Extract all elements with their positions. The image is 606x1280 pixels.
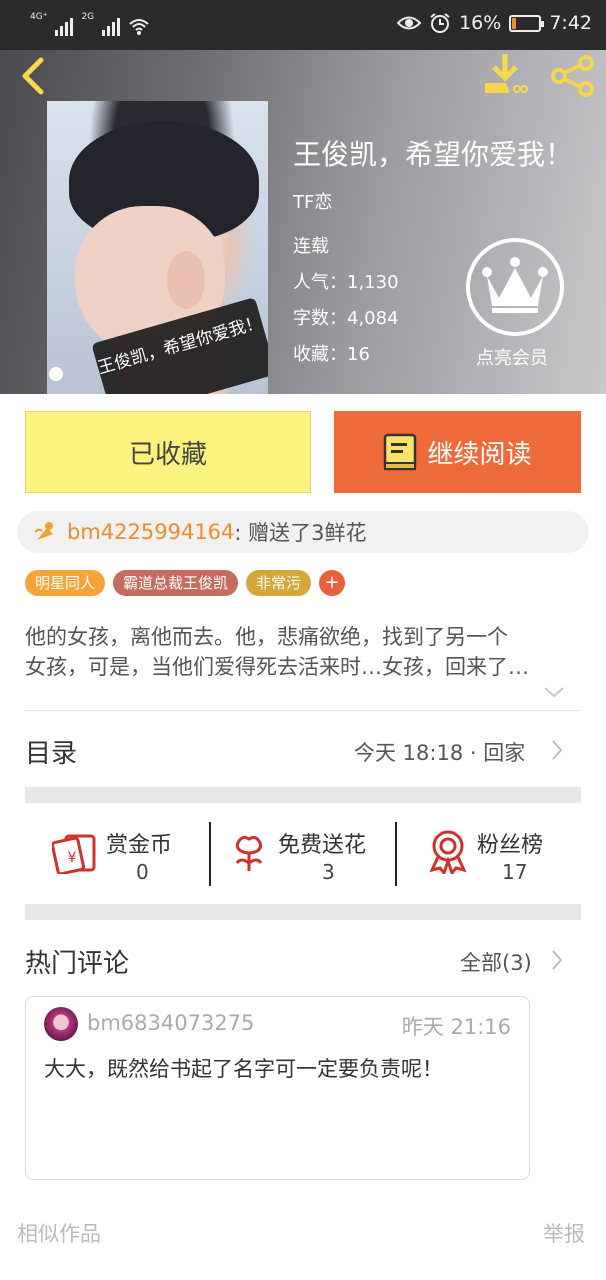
toc-title[interactable]: 目录 bbox=[25, 733, 77, 770]
divider bbox=[395, 822, 397, 886]
status-bar: 4G⁺ 2G 16% 7:42 bbox=[0, 0, 606, 50]
reward-value: 17 bbox=[502, 860, 528, 884]
reward-label: 赏金币 bbox=[106, 833, 173, 858]
chevron-right-icon[interactable] bbox=[550, 948, 564, 972]
vip-label[interactable]: 点亮会员 bbox=[476, 344, 548, 370]
book-title: 王俊凯，希望你爱我！ bbox=[293, 138, 574, 171]
reward-value: 0 bbox=[136, 860, 149, 884]
book-detail-page: 4G⁺ 2G 16% 7:42 王俊凯，希望你爱我！ 王俊凯，希望你爱我！ TF… bbox=[0, 0, 606, 1280]
stat-favorites: 收藏：16 bbox=[293, 340, 370, 366]
chevron-down-icon[interactable] bbox=[542, 684, 566, 700]
tag-item[interactable]: 非常污 bbox=[246, 570, 312, 596]
stat-value: 16 bbox=[347, 344, 370, 365]
reward-label: 免费送花 bbox=[278, 833, 367, 858]
stat-value: 4,084 bbox=[347, 308, 399, 329]
signal-1-label: 4G⁺ bbox=[30, 12, 48, 22]
cover-art-ear bbox=[167, 251, 205, 309]
all-comments-link[interactable]: 全部(3) bbox=[460, 947, 532, 977]
stat-label: 收藏： bbox=[293, 344, 347, 365]
gift-notice[interactable]: bm4225994164 : 赠送了3鲜花 bbox=[17, 511, 589, 553]
svg-text:¥: ¥ bbox=[68, 850, 77, 866]
description-line: 女孩，可是，当他们爱得死去活来时…女孩，回来了… bbox=[25, 655, 529, 679]
divider bbox=[25, 710, 581, 711]
signal-1-icon bbox=[55, 16, 74, 36]
battery-percent: 16% bbox=[459, 12, 502, 34]
wifi-icon bbox=[129, 19, 149, 35]
tag-item[interactable]: 明星同人 bbox=[25, 570, 106, 596]
book-description[interactable]: 他的女孩，离他而去。他，悲痛欲绝，找到了另一个 女孩，可是，当他们爱得死去活来时… bbox=[25, 622, 581, 682]
red-envelope-icon: ¥ bbox=[52, 834, 96, 874]
stat-word-count: 字数：4,084 bbox=[293, 304, 399, 330]
battery-icon bbox=[509, 14, 545, 32]
medal-icon bbox=[429, 830, 467, 874]
stat-popularity: 人气：1,130 bbox=[293, 268, 399, 294]
toc-latest-chapter[interactable]: 今天 18:18 · 回家 bbox=[354, 737, 525, 767]
stat-value: 1,130 bbox=[347, 272, 399, 293]
continue-reading-button[interactable]: 继续阅读 bbox=[334, 411, 581, 493]
back-arrow-icon[interactable] bbox=[14, 56, 54, 96]
cover-dot bbox=[49, 367, 63, 381]
gift-message: : 赠送了3鲜花 bbox=[234, 521, 367, 545]
reward-label: 粉丝榜 bbox=[477, 833, 544, 858]
favorited-button[interactable]: 已收藏 bbox=[25, 411, 311, 493]
chevron-right-icon[interactable] bbox=[550, 738, 564, 762]
add-tag-button[interactable]: + bbox=[319, 570, 346, 596]
download-icon[interactable] bbox=[482, 52, 528, 96]
tag-item[interactable]: 霸道总裁王俊凯 bbox=[113, 570, 239, 596]
similar-works-label: 相似作品 bbox=[17, 1222, 101, 1246]
section-separator bbox=[25, 904, 581, 920]
report-button[interactable]: 举报 bbox=[543, 1218, 585, 1248]
stat-label: 字数： bbox=[293, 308, 347, 329]
avatar[interactable] bbox=[44, 1007, 78, 1041]
stat-label: 人气： bbox=[293, 272, 347, 293]
comment-time: 昨天 21:16 bbox=[401, 1015, 511, 1039]
divider bbox=[209, 822, 211, 886]
signal-2-label: 2G bbox=[81, 12, 95, 22]
comment-username[interactable]: bm6834073275 bbox=[87, 1011, 254, 1035]
crown-icon bbox=[482, 257, 548, 313]
flower-icon bbox=[235, 835, 263, 871]
book-author[interactable]: TF恋 bbox=[293, 188, 332, 214]
book-cover-image[interactable]: 王俊凯，希望你爱我！ bbox=[47, 101, 268, 394]
signal-indicators: 4G⁺ 2G bbox=[30, 12, 150, 36]
signal-2-icon bbox=[102, 16, 121, 36]
share-icon[interactable] bbox=[550, 54, 596, 98]
reward-value: 3 bbox=[322, 860, 335, 884]
comment-text: 大大，既然给书起了名字可一定要负责呢！ bbox=[44, 1057, 443, 1081]
section-separator bbox=[25, 787, 581, 803]
book-status: 连载 bbox=[293, 236, 329, 257]
status-right: 16% 7:42 bbox=[397, 12, 592, 34]
eye-comfort-icon bbox=[397, 16, 422, 30]
hot-comments-title: 热门评论 bbox=[25, 949, 130, 979]
book-header: 王俊凯，希望你爱我！ 王俊凯，希望你爱我！ TF恋 连载 人气：1,130 字数… bbox=[0, 50, 606, 394]
comment-card[interactable]: bm6834073275 昨天 21:16 大大，既然给书起了名字可一定要负责呢… bbox=[25, 996, 530, 1180]
flower-gift-icon bbox=[34, 522, 53, 540]
description-line: 他的女孩，离他而去。他，悲痛欲绝，找到了另一个 bbox=[25, 625, 508, 649]
continue-reading-label: 继续阅读 bbox=[427, 439, 532, 470]
gift-user[interactable]: bm4225994164 bbox=[67, 520, 234, 544]
tag-list: 明星同人 霸道总裁王俊凯 非常污 + bbox=[25, 570, 346, 596]
clock: 7:42 bbox=[549, 12, 592, 34]
book-icon bbox=[384, 433, 417, 471]
favorited-label: 已收藏 bbox=[128, 439, 207, 470]
alarm-icon bbox=[430, 13, 450, 33]
vip-button[interactable] bbox=[466, 238, 564, 336]
